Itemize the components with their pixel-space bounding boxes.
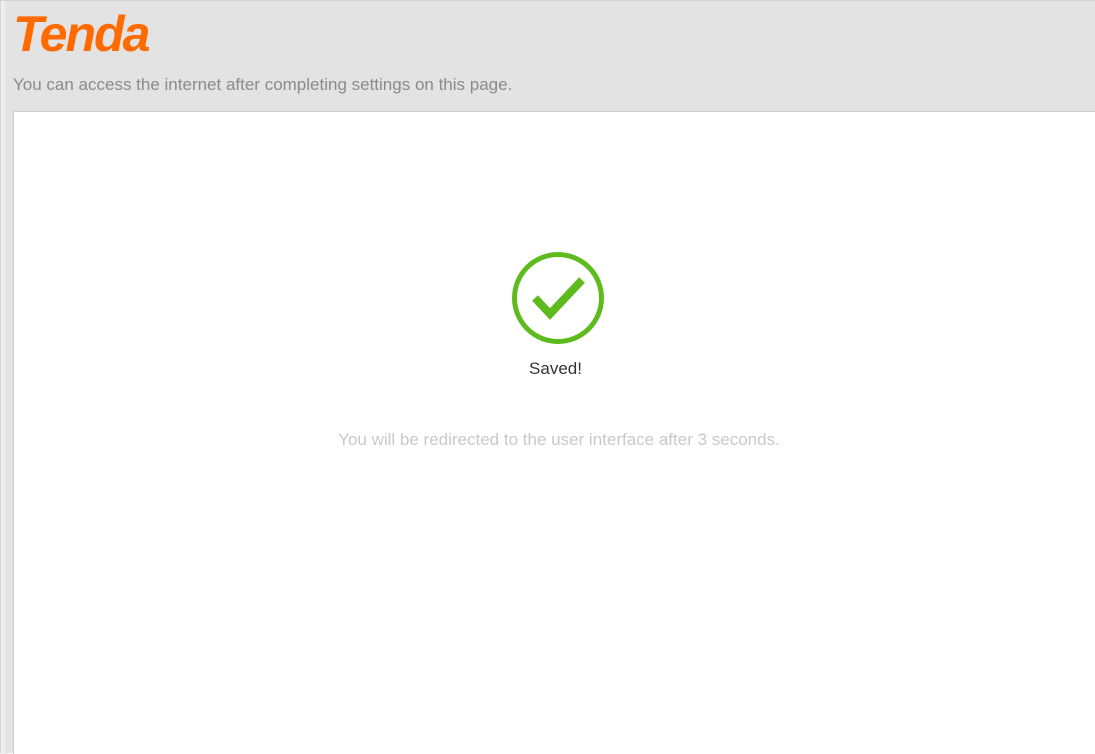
wizard-frame: Tenda You can access the internet after … xyxy=(0,0,1095,754)
redirect-message: You will be redirected to the user inter… xyxy=(338,430,780,449)
logo-text: Tenda xyxy=(13,7,150,59)
page-subtitle: You can access the internet after comple… xyxy=(13,75,513,94)
tenda-logo: Tenda xyxy=(13,7,152,59)
frame-edge xyxy=(1,1,7,754)
status-message: Saved! xyxy=(529,359,582,378)
content-panel: Saved! You will be redirected to the use… xyxy=(13,111,1095,754)
checkmark-circle-icon xyxy=(512,252,604,344)
